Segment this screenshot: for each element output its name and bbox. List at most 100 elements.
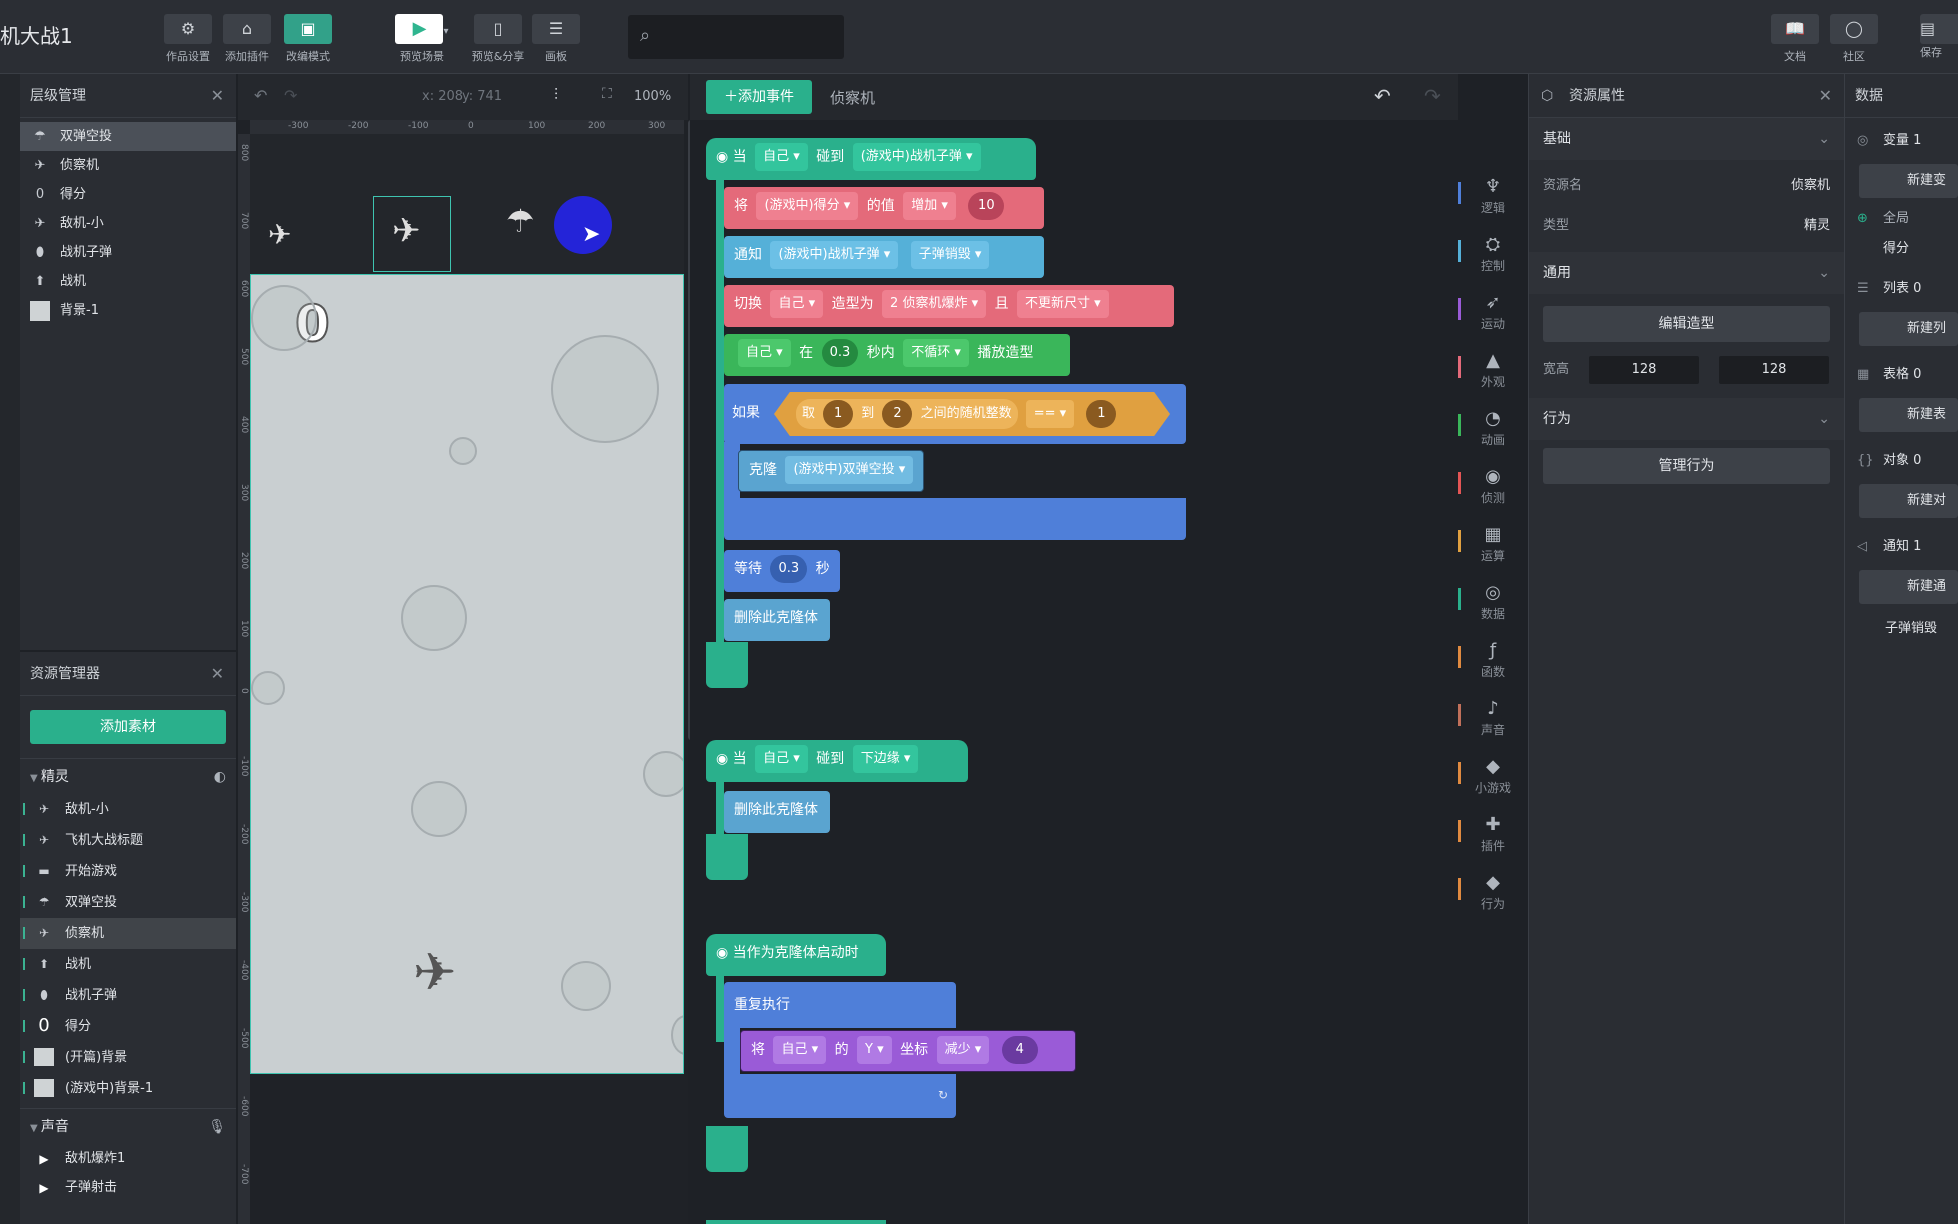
chevron-down-icon[interactable]: ▾ [443,26,448,37]
repeat-forever-block[interactable]: 重复执行 [724,982,956,1028]
preview-share-button[interactable]: ▯ 预览&分享 [470,14,526,63]
preview-scene-button[interactable]: ▶ ▾ 预览场景 [392,14,452,63]
clone-target-dropdown[interactable]: (游戏中)双弹空投 ▾ [785,456,914,484]
event-hat-clone-start[interactable]: ◉ 当作为克隆体启动时 [706,934,886,976]
sound-group-header[interactable]: ▼ 声音 🎙 [20,1108,236,1144]
width-input[interactable]: 128 [1589,356,1699,384]
edit-costume-button[interactable]: 编辑造型 [1543,306,1830,342]
new-list-button[interactable]: 新建列 [1859,312,1958,346]
sound-item[interactable]: ▶ 敌机爆炸1 [20,1144,236,1173]
zoom-level[interactable]: 100% [634,89,671,104]
sprite-item[interactable]: ☂ 双弹空投 [20,887,236,918]
code-canvas[interactable]: ◉ 当 自己 ▾ 碰到 (游戏中)战机子弹 ▾ 将 (游戏中)得分 ▾ 的值 增… [690,120,1458,1224]
event-hat-touch[interactable]: ◉ 当 自己 ▾ 碰到 (游戏中)战机子弹 ▾ [706,138,1036,180]
palette-category[interactable]: ♪ 声音 [1458,698,1528,738]
message-dropdown[interactable]: 子弹销毁 ▾ [910,241,990,269]
basic-section-header[interactable]: 基础 ⌄ [1529,118,1844,160]
redo-icon[interactable]: ↷ [284,86,297,105]
palette-category[interactable]: ▦ 运算 [1458,524,1528,564]
sprite-item[interactable]: 0 得分 [20,1011,236,1042]
undo-icon[interactable]: ↶ [1374,84,1391,108]
compare-condition[interactable]: 取 1 到 2 之间的随机整数 == ▾ 1 [774,392,1170,436]
delete-clone-block[interactable]: 删除此克隆体 [724,791,830,833]
notify-target-dropdown[interactable]: (游戏中)战机子弹 ▾ [770,241,899,269]
clone-block[interactable]: 克隆 (游戏中)双弹空投 ▾ [738,450,924,492]
sprite-item[interactable]: (开篇)背景 [20,1042,236,1073]
wait-block[interactable]: 等待 0.3 秒 [724,550,840,592]
switch-costume-block[interactable]: 切换 自己 ▾ 造型为 2 侦察机爆炸 ▾ 且 不更新尺寸 ▾ [724,285,1174,327]
new-object-button[interactable]: 新建对 [1859,484,1958,518]
panel-button[interactable]: ☰ 画板 [531,14,581,63]
sprite-item[interactable]: ✈ 飞机大战标题 [20,825,236,856]
sound-item[interactable]: ▶ 子弹射击 [20,1173,236,1202]
delete-clone-block[interactable]: 删除此克隆体 [724,599,830,641]
palette-category[interactable]: ◎ 数据 [1458,582,1528,622]
op-dropdown[interactable]: 增加 ▾ [903,192,956,220]
sprite-item[interactable]: ✈ 侦察机 [20,918,236,949]
sprite-item[interactable]: ⬮ 战机子弹 [20,980,236,1011]
close-icon[interactable]: ✕ [1819,74,1832,118]
layer-item[interactable]: 背景-1 [20,296,236,325]
value-input[interactable]: 10 [968,192,1005,220]
edge-dropdown[interactable]: 下边缘 ▾ [852,745,919,773]
sprite-group-header[interactable]: ▼ 精灵 ◐ [20,758,236,794]
notification-item[interactable]: 子弹销毁 [1845,614,1958,644]
costume-dropdown[interactable]: 2 侦察机爆炸 ▾ [882,290,987,318]
adjust-icon[interactable]: ⫶ [554,85,558,105]
wait-seconds-input[interactable]: 0.3 [770,555,808,583]
self-dropdown[interactable]: 自己 ▾ [738,339,791,367]
palette-category[interactable]: ✚ 插件 [1458,814,1528,854]
layer-item[interactable]: 0 得分 [20,180,236,209]
layer-item[interactable]: ✈ 敌机-小 [20,209,236,238]
event-hat-touch-edge[interactable]: ◉ 当 自己 ▾ 碰到 下边缘 ▾ [706,740,968,782]
notify-block[interactable]: 通知 (游戏中)战机子弹 ▾ 子弹销毁 ▾ [724,236,1044,278]
game-stage[interactable]: 0 ✈ [250,274,684,1074]
enemy-small-sprite[interactable]: ✈ [268,218,291,251]
parachute-sprite[interactable]: ☂ [506,202,535,240]
palette-category[interactable]: ◔ 动画 [1458,408,1528,448]
target-dropdown[interactable]: (游戏中)战机子弹 ▾ [852,143,981,171]
sprite-item[interactable]: ⬆ 战机 [20,949,236,980]
add-asset-button[interactable]: 添加素材 [30,710,226,744]
self-dropdown[interactable]: 自己 ▾ [773,1036,827,1064]
palette-category[interactable]: ƒ 函数 [1458,640,1528,680]
layer-item[interactable]: ⬆ 战机 [20,267,236,296]
new-table-button[interactable]: 新建表 [1859,398,1958,432]
behavior-section-header[interactable]: 行为 ⌄ [1529,398,1844,440]
undo-icon[interactable]: ↶ [254,86,267,105]
palette-category[interactable]: ➶ 运动 [1458,292,1528,332]
self-dropdown[interactable]: 自己 ▾ [770,290,824,318]
variable-dropdown[interactable]: (游戏中)得分 ▾ [756,192,859,220]
self-dropdown[interactable]: 自己 ▾ [755,143,808,171]
manage-behavior-button[interactable]: 管理行为 [1543,448,1830,484]
microphone-icon[interactable]: 🎙 [208,1109,226,1145]
edit-mode-button[interactable]: ▣ 改编模式 [283,14,333,63]
layer-item[interactable]: ☂ 双弹空投 [20,122,236,151]
close-icon[interactable]: ✕ [211,74,224,118]
variable-item-score[interactable]: 得分 [1845,234,1958,264]
docs-button[interactable]: 📖 文档 [1770,14,1820,63]
community-button[interactable]: ◯ 社区 [1829,14,1879,63]
self-dropdown[interactable]: 自己 ▾ [755,745,808,773]
set-variable-block[interactable]: 将 (游戏中)得分 ▾ 的值 增加 ▾ 10 [724,187,1044,229]
axis-dropdown[interactable]: Y ▾ [857,1036,892,1064]
play-circle-icon[interactable]: ▶ [34,1179,54,1197]
palette-category[interactable]: ♆ 逻辑 [1458,176,1528,216]
settings-button[interactable]: ⚙ 作品设置 [163,14,213,63]
palette-category[interactable]: ▲ 外观 [1458,350,1528,390]
height-input[interactable]: 128 [1719,356,1829,384]
new-notification-button[interactable]: 新建通 [1859,570,1958,604]
layer-item[interactable]: ✈ 侦察机 [20,151,236,180]
fit-screen-icon[interactable]: ⛶ [602,86,612,102]
save-button[interactable]: ▤ 保存 [1920,14,1958,60]
sprite-item[interactable]: ✈ 敌机-小 [20,794,236,825]
random-int-reporter[interactable]: 取 1 到 2 之间的随机整数 [796,399,1018,429]
layer-item[interactable]: ⬮ 战机子弹 [20,238,236,267]
play-animation-block[interactable]: 自己 ▾ 在 0.3 秒内 不循环 ▾ 播放造型 [724,334,1070,376]
palette-icon[interactable]: ◐ [214,759,226,795]
palette-category[interactable]: ⛭ 控制 [1458,234,1528,274]
palette-category[interactable]: ◆ 小游戏 [1458,756,1528,796]
search-input[interactable]: ⌕ [628,15,844,59]
loop-dropdown[interactable]: 不循环 ▾ [903,339,969,367]
value-input[interactable]: 4 [1001,1036,1038,1064]
